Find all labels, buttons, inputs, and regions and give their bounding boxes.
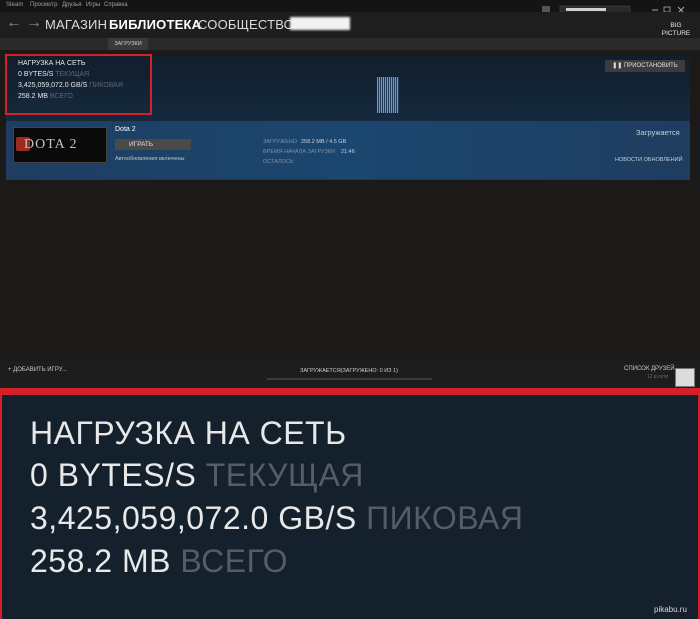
menu-friends[interactable]: Друзья [62,2,81,8]
watermark: pikabu.ru [654,605,687,614]
downloads-status[interactable]: ЗАГРУЖАЕТСЯ(ЗАГРУЖЕНО: 0 ИЗ 1) [300,368,398,374]
tab-downloads[interactable]: ЗАГРУЗКИ [108,38,148,50]
friends-online-count: 12 в сети [647,374,669,380]
red-divider [0,388,700,395]
pause-icon: ❚❚ [612,63,624,69]
downloaded-value: 258.2 MB / 4.5 GB [301,139,347,145]
add-game-label: ДОБАВИТЬ ИГРУ... [13,367,67,373]
menu-view[interactable]: Просмотр [30,2,57,8]
start-time-label: ВРЕМЯ НАЧАЛА ЗАГРУЗКИ [263,149,335,155]
download-progress-bar [267,378,432,380]
steam-window: Steam Просмотр Друзья Игры Справка ← → М… [0,0,700,388]
friends-list-button[interactable]: СПИСОК ДРУЗЕЙ [624,366,675,372]
sub-nav [0,38,700,50]
pause-button[interactable]: ❚❚ ПРИОСТАНОВИТЬ [605,60,685,72]
zoom-current-label: ТЕКУЩАЯ [205,457,364,493]
add-game-button[interactable]: + ДОБАВИТЬ ИГРУ... [8,367,67,373]
zoom-network-peak: 3,425,059,072.0 GB/S ПИКОВАЯ [30,500,523,537]
bottom-bar [0,361,700,388]
nav-store[interactable]: МАГАЗИН [45,17,107,32]
avatar[interactable] [675,368,695,387]
nav-library[interactable]: БИБЛИОТЕКА [109,17,201,32]
big-picture-line2: PICTURE [661,30,691,37]
zoom-total-value: 258.2 MB [30,543,171,579]
nav-community[interactable]: СООБЩЕСТВО [198,17,294,32]
downloaded-label: ЗАГРУЖЕНО [263,139,298,145]
zoom-network-title: НАГРУЗКА НА СЕТЬ [30,415,347,451]
auto-updates-text: Автообновления включены [115,156,185,162]
account-name-blur [566,8,606,11]
back-arrow-icon[interactable]: ← [6,15,22,31]
zoom-peak-value: 3,425,059,072.0 GB/S [30,500,357,536]
pause-label: ПРИОСТАНОВИТЬ [623,63,678,69]
play-button[interactable]: ИГРАТЬ [115,139,191,150]
network-graph [377,77,399,113]
zoom-current-value: 0 BYTES/S [30,457,197,493]
download-status-label: Загружается [636,128,680,137]
zoom-network-current: 0 BYTES/S ТЕКУЩАЯ [30,457,364,494]
forward-arrow-icon[interactable]: → [26,15,42,31]
start-time-value: 21:46 [341,149,355,155]
username-blur [290,17,350,30]
game-title[interactable]: Dota 2 [115,126,136,133]
play-label: ИГРАТЬ [129,141,154,148]
zoomed-network-panel: НАГРУЗКА НА СЕТЬ 0 BYTES/S ТЕКУЩАЯ 3,425… [0,395,700,619]
highlight-box [5,54,152,115]
remaining-label: ОСТАЛОСЬ [263,159,294,165]
dota-logo-text: DOTA 2 [24,137,78,152]
menu-steam[interactable]: Steam [6,2,23,8]
zoom-peak-label: ПИКОВАЯ [366,500,524,536]
zoom-total-label: ВСЕГО [180,543,289,579]
menu-games[interactable]: Игры [86,2,100,8]
zoom-network-total: 258.2 MB ВСЕГО [30,543,288,580]
update-news-link[interactable]: НОВОСТИ ОБНОВЛЕНИЙ [615,157,683,163]
big-picture-line1: BIG [670,22,682,29]
nav-bar: ← → МАГАЗИН БИБЛИОТЕКА СООБЩЕСТВО [0,12,700,38]
menu-help[interactable]: Справка [104,2,128,8]
